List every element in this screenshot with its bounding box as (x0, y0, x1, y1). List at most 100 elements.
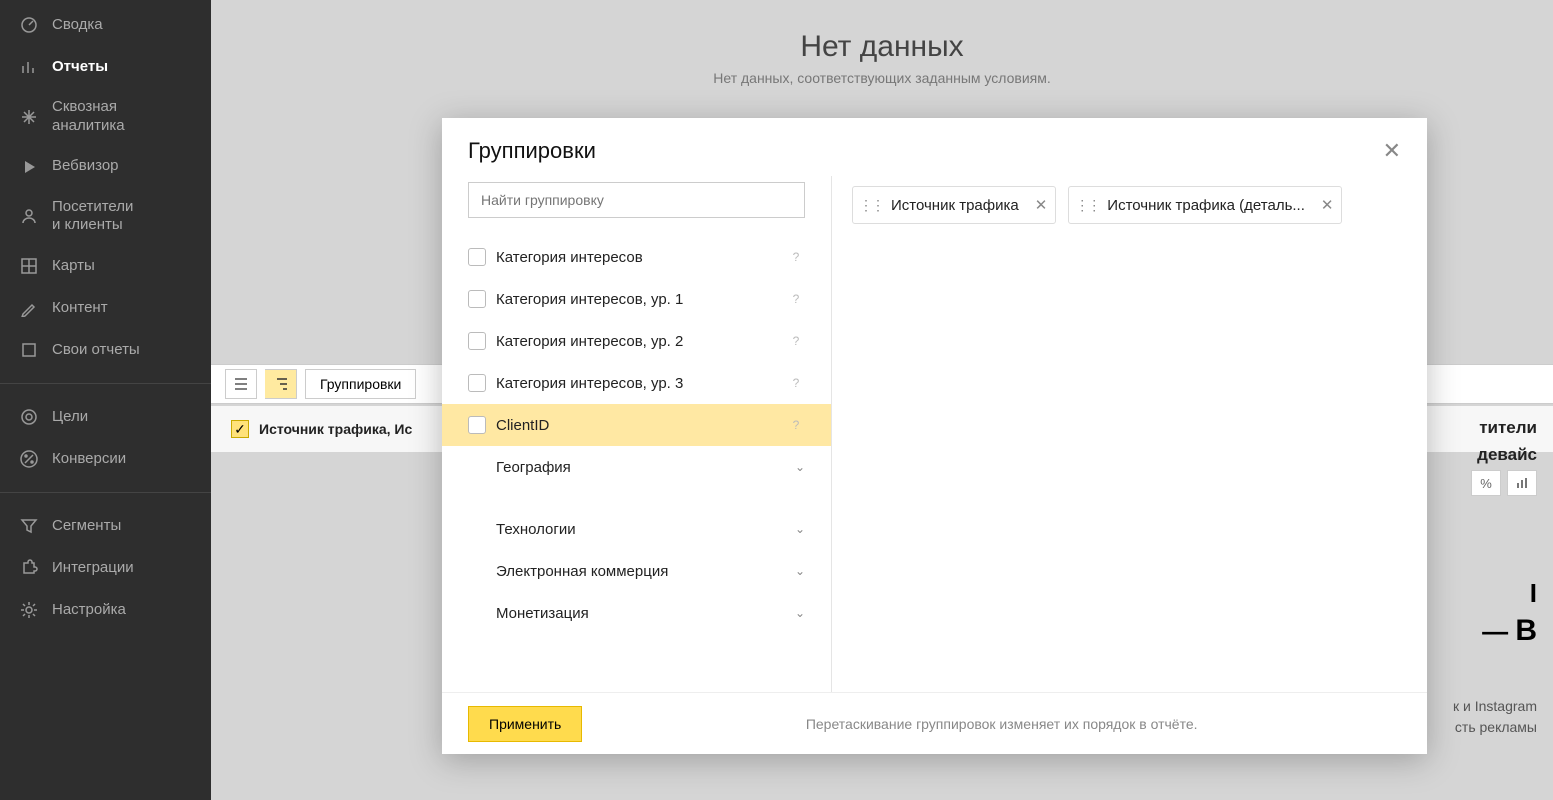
checkbox[interactable] (468, 290, 486, 308)
remove-chip-icon[interactable]: ✕ (1027, 196, 1048, 214)
mini-chart-button[interactable] (1507, 470, 1537, 496)
chip-label: Источник трафика (деталь... (1107, 197, 1305, 214)
tree-row-label: Категория интересов, ур. 1 (496, 291, 683, 308)
sidebar-item-person[interactable]: Посетители и клиенты (0, 188, 211, 246)
tree-row[interactable]: ClientID? (442, 404, 831, 446)
tree-row-label: Монетизация (496, 605, 589, 622)
search-input[interactable] (468, 182, 805, 218)
person-icon (18, 205, 40, 227)
sidebar-item-gear[interactable]: Настройка (0, 589, 211, 631)
asterisk-icon (18, 106, 40, 128)
checkbox[interactable] (468, 332, 486, 350)
checkbox[interactable] (468, 248, 486, 266)
list-icon (234, 377, 248, 391)
sidebar-item-label: Сводка (52, 16, 103, 35)
gauge-icon (18, 14, 40, 36)
drag-handle-icon[interactable]: ⋮⋮ (1075, 197, 1099, 214)
sidebar-item-play[interactable]: Вебвизор (0, 146, 211, 188)
sidebar-item-label: Контент (52, 299, 108, 318)
percent-button[interactable]: % (1471, 470, 1501, 496)
help-icon[interactable]: ? (787, 332, 805, 350)
help-icon[interactable]: ? (787, 290, 805, 308)
sidebar-item-label: Сквозная аналитика (52, 98, 125, 136)
sidebar-item-asterisk[interactable]: Сквозная аналитика (0, 88, 211, 146)
no-data-subtitle: Нет данных, соответствующих заданным усл… (211, 70, 1553, 86)
sidebar-item-label: Свои отчеты (52, 341, 140, 360)
sidebar-item-puzzle[interactable]: Интеграции (0, 547, 211, 589)
tree-row[interactable]: Монетизация ⌄ (442, 592, 831, 634)
chevron-down-icon: ⌄ (795, 460, 805, 474)
sidebar-separator (0, 383, 211, 384)
grouping-chip[interactable]: ⋮⋮ Источник трафика ✕ (852, 186, 1056, 224)
modal-left-column: Категория интересов?Категория интересов,… (442, 176, 832, 692)
sidebar-item-target[interactable]: Цели (0, 396, 211, 438)
sidebar-item-gauge[interactable]: Сводка (0, 4, 211, 46)
modal-header: Группировки ✕ (442, 118, 1427, 176)
sidebar-separator (0, 492, 211, 493)
right-column-headers: тители девайс (1477, 414, 1537, 468)
chevron-down-icon: ⌄ (795, 606, 805, 620)
drag-handle-icon[interactable]: ⋮⋮ (859, 197, 883, 214)
right-promo: І — В (1482, 576, 1537, 652)
sidebar-item-pencil[interactable]: Контент (0, 287, 211, 329)
checkbox-all[interactable]: ✓ (231, 420, 249, 438)
checkbox[interactable] (468, 416, 486, 434)
selected-groupings: ⋮⋮ Источник трафика ✕ ⋮⋮ Источник трафика (д… (832, 176, 1427, 692)
view-tree-button[interactable] (265, 369, 297, 399)
puzzle-icon (18, 557, 40, 579)
bar-chart-icon (1516, 477, 1528, 489)
sidebar-item-square[interactable]: Свои отчеты (0, 329, 211, 371)
tree-row-label: Электронная коммерция (496, 563, 668, 580)
sidebar-item-label: Конверсии (52, 450, 126, 469)
modal-footer: Применить Перетаскивание группировок изм… (442, 692, 1427, 754)
remove-chip-icon[interactable]: ✕ (1313, 196, 1334, 214)
grouping-tree[interactable]: Категория интересов?Категория интересов,… (442, 228, 831, 692)
right-promo-text: к и Instagram сть рекламы (1453, 696, 1537, 738)
close-icon[interactable]: ✕ (1383, 138, 1401, 164)
pencil-icon (18, 297, 40, 319)
grouping-chip[interactable]: ⋮⋮ Источник трафика (деталь... ✕ (1068, 186, 1342, 224)
tree-row-label: География (496, 459, 571, 476)
sidebar-item-grid[interactable]: Карты (0, 245, 211, 287)
tree-row[interactable]: Категория интересов, ур. 2? (442, 320, 831, 362)
grid-icon (18, 255, 40, 277)
tree-row[interactable]: География ⌄ (442, 446, 831, 488)
tree-row[interactable]: Технологии ⌄ (442, 508, 831, 550)
sidebar-item-bar-chart[interactable]: Отчеты (0, 46, 211, 88)
groupings-button[interactable]: Группировки (305, 369, 416, 399)
groupings-modal: Группировки ✕ Категория интересов?Катего… (442, 118, 1427, 754)
tree-row-label: Технологии (496, 521, 576, 538)
help-icon[interactable]: ? (787, 374, 805, 392)
view-list-button[interactable] (225, 369, 257, 399)
tree-row-label: ClientID (496, 417, 549, 434)
no-data-title: Нет данных (211, 30, 1553, 64)
checkbox[interactable] (468, 374, 486, 392)
chevron-down-icon: ⌄ (795, 564, 805, 578)
square-icon (18, 339, 40, 361)
sidebar-item-label: Интеграции (52, 559, 134, 578)
help-icon[interactable]: ? (787, 248, 805, 266)
sidebar-item-label: Вебвизор (52, 157, 119, 176)
subheader-text: Источник трафика, Ис (259, 421, 412, 437)
play-icon (18, 156, 40, 178)
apply-button[interactable]: Применить (468, 706, 582, 742)
help-icon[interactable]: ? (787, 416, 805, 434)
sidebar-item-percent[interactable]: Конверсии (0, 438, 211, 480)
chevron-down-icon: ⌄ (795, 522, 805, 536)
chip-label: Источник трафика (891, 197, 1019, 214)
sidebar-item-label: Сегменты (52, 517, 121, 536)
bar-chart-icon (18, 56, 40, 78)
tree-row[interactable]: Категория интересов, ур. 3? (442, 362, 831, 404)
sidebar: Сводка Отчеты Сквозная аналитика Вебвизор По… (0, 0, 211, 800)
tree-row[interactable]: Категория интересов? (442, 236, 831, 278)
gear-icon (18, 599, 40, 621)
tree-row[interactable]: Электронная коммерция ⌄ (442, 550, 831, 592)
modal-title: Группировки (468, 138, 596, 164)
footer-hint: Перетаскивание группировок изменяет их п… (806, 716, 1198, 732)
sidebar-item-label: Посетители и клиенты (52, 198, 133, 236)
no-data: Нет данных Нет данных, соответствующих з… (211, 0, 1553, 86)
sidebar-item-funnel[interactable]: Сегменты (0, 505, 211, 547)
tree-row[interactable]: Категория интересов, ур. 1? (442, 278, 831, 320)
sidebar-item-label: Настройка (52, 601, 126, 620)
sidebar-item-label: Цели (52, 408, 88, 427)
